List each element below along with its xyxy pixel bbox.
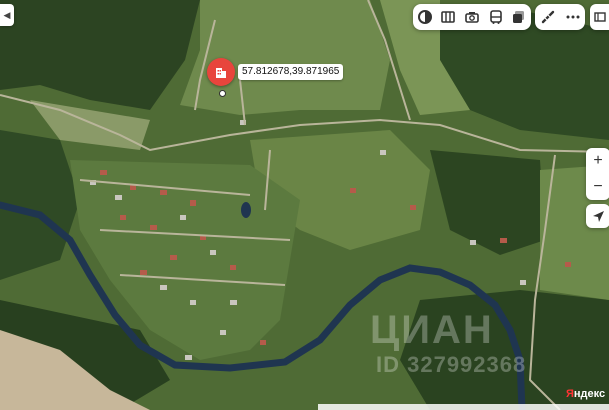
more-icon [566,15,579,19]
camera-icon [465,12,479,23]
location-marker[interactable] [207,58,235,86]
map-layer-icon [417,10,432,24]
building-icon [216,68,226,78]
panorama-icon [441,11,456,23]
panorama-button[interactable] [437,5,461,29]
watermark-id: ID 327992368 [376,352,527,377]
zoom-out-button[interactable]: − [586,174,609,200]
camera-button[interactable] [460,5,484,29]
ruler-icon [541,10,554,24]
yandex-attribution[interactable]: Яндекс [566,388,605,400]
yandex-logo-y: Я [566,388,574,400]
tools-toolbar [535,4,585,30]
transport-icon [489,10,502,24]
panel-icon [593,12,606,22]
geolocation-arrow-icon [592,210,604,222]
copyright-strip [318,404,609,410]
collapse-panel-button[interactable]: ◀ [0,4,14,26]
zoom-in-button[interactable]: + [586,148,609,174]
coordinates-label: 57.812678,39.871965 [238,64,344,80]
geolocation-button[interactable] [586,204,609,228]
transport-button[interactable] [484,5,508,29]
zoom-control: + − [586,148,609,200]
layers-button[interactable] [507,5,531,29]
yandex-logo-rest: ндекс [573,388,606,400]
layers-toolbar [413,4,531,30]
marker-point [219,90,226,97]
layers-icon [513,11,525,23]
more-button[interactable] [561,5,585,29]
watermark-brand: ЦИАН [370,308,494,352]
chevron-left-icon: ◀ [3,9,11,20]
panel-toggle-button[interactable] [590,4,609,30]
ruler-button[interactable] [536,5,560,29]
satellite-map[interactable] [0,0,609,410]
map-layer-button[interactable] [413,5,437,29]
